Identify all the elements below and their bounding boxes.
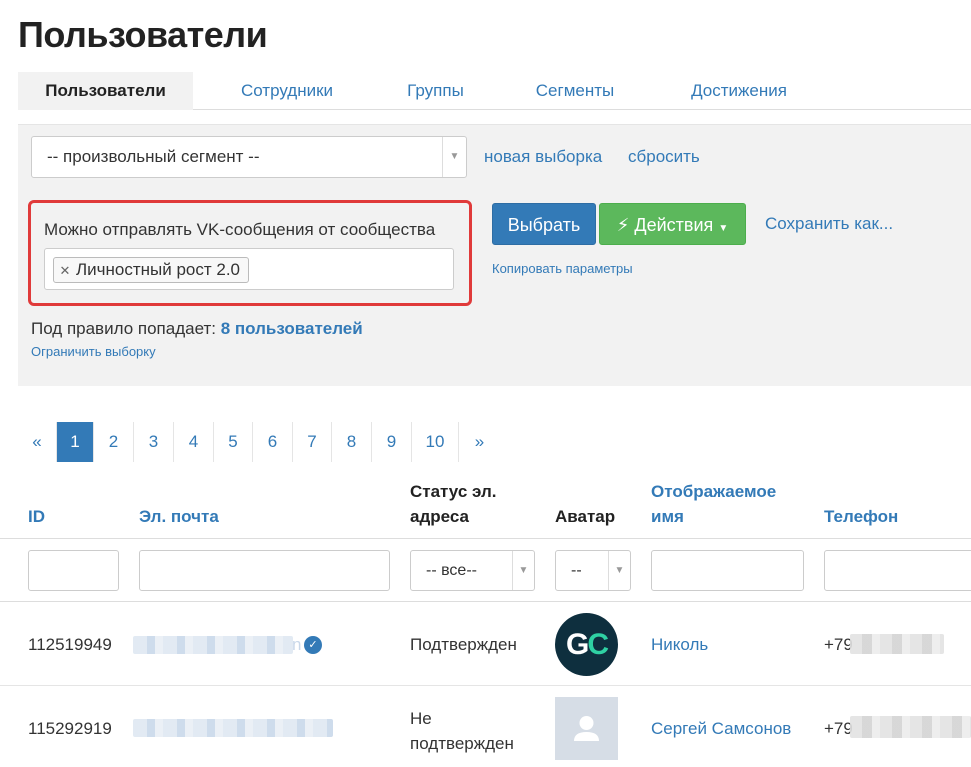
blurred-email (133, 636, 293, 654)
segment-select-value: -- произвольный сегмент -- (47, 147, 260, 166)
actions-button-label: Действия (634, 215, 714, 235)
phone-filter-input[interactable] (824, 550, 971, 591)
column-header-avatar: Аватар (555, 507, 616, 526)
column-header-display-name-line1: Отображаемое (651, 482, 777, 501)
limit-selection-link[interactable]: Ограничить выборку (31, 344, 156, 359)
email-status-line2: подтвержден (410, 734, 514, 753)
user-id: 112519949 (28, 635, 112, 654)
pagination-page[interactable]: 3 (134, 422, 174, 462)
pagination-page[interactable]: 7 (293, 422, 332, 462)
select-button[interactable]: Выбрать (492, 203, 596, 245)
page-title: Пользователи (18, 14, 268, 55)
display-name-filter-input[interactable] (651, 550, 804, 591)
blurred-phone (850, 716, 971, 738)
pagination-page[interactable]: 2 (94, 422, 134, 462)
rule-label: Можно отправлять VK-сообщения от сообщес… (44, 220, 436, 239)
avatar-filter-select[interactable]: -- ▼ (555, 550, 631, 591)
tab-users[interactable]: Пользователи (18, 72, 193, 110)
avatar-placeholder (555, 697, 618, 760)
reset-link[interactable]: сбросить (628, 147, 700, 167)
email-filter-input[interactable] (139, 550, 390, 591)
avatar-gc-logo: GC (555, 613, 618, 676)
pagination-page[interactable]: 10 (412, 422, 459, 462)
column-header-id[interactable]: ID (28, 504, 45, 529)
new-selection-link[interactable]: новая выборка (484, 147, 602, 167)
rule-tag: ✕ Личностный рост 2.0 (53, 257, 250, 283)
chevron-down-icon: ▼ (512, 551, 534, 590)
tab-groups[interactable]: Группы (388, 72, 483, 110)
column-header-phone[interactable]: Телефон (824, 504, 898, 529)
column-header-email-status: Статус эл. адреса (410, 479, 497, 529)
email-status-line1: Не (410, 709, 432, 728)
blurred-email (133, 719, 333, 737)
column-header-email-status-line1: Статус эл. (410, 482, 497, 501)
pagination-next[interactable]: » (459, 422, 500, 462)
pagination-page[interactable]: 5 (214, 422, 253, 462)
pagination: « 1 2 3 4 5 6 7 8 9 10 » (18, 422, 500, 462)
rule-tag-label: Личностный рост 2.0 (76, 260, 241, 279)
pagination-prev[interactable]: « (18, 422, 57, 462)
avatar-filter-value: -- (571, 562, 582, 579)
email-status: Подтвержден (410, 635, 517, 654)
column-header-email-status-line2: адреса (410, 507, 469, 526)
caret-down-icon: ▼ (718, 223, 729, 234)
tab-bar: Пользователи Сотрудники Группы Сегменты … (18, 72, 971, 110)
chevron-down-icon: ▼ (608, 551, 630, 590)
verified-check-icon: ✓ (304, 636, 322, 654)
rule-tag-input[interactable]: ✕ Личностный рост 2.0 (44, 248, 454, 290)
phone-prefix: +79 (824, 719, 853, 738)
pagination-page[interactable]: 9 (372, 422, 412, 462)
id-filter-input[interactable] (28, 550, 119, 591)
actions-button[interactable]: ⚡ Действия ▼ (599, 203, 746, 245)
display-name-link[interactable]: Сергей Самсонов (651, 719, 791, 739)
match-count-link[interactable]: 8 пользователей (221, 319, 363, 338)
save-as-link[interactable]: Сохранить как... (765, 214, 893, 234)
blurred-phone (850, 634, 944, 654)
pagination-page[interactable]: 8 (332, 422, 372, 462)
match-prefix: Под правило попадает: (31, 319, 216, 338)
chevron-down-icon: ▼ (442, 137, 466, 177)
tab-achievements[interactable]: Достижения (668, 72, 810, 110)
lightning-icon: ⚡ (616, 215, 630, 235)
column-header-email[interactable]: Эл. почта (139, 504, 219, 529)
user-silhouette-icon (574, 716, 599, 741)
email-status-filter-select[interactable]: -- все-- ▼ (410, 550, 535, 591)
pagination-page[interactable]: 4 (174, 422, 214, 462)
tab-segments[interactable]: Сегменты (515, 72, 635, 110)
copy-params-link[interactable]: Копировать параметры (492, 261, 633, 276)
email-status: Не подтвержден (410, 706, 514, 756)
email-visible-end: n (292, 635, 302, 654)
phone-prefix: +79 (824, 635, 853, 654)
column-header-display-name[interactable]: Отображаемое имя (651, 479, 776, 529)
display-name-link[interactable]: Николь (651, 635, 708, 655)
segment-select[interactable]: -- произвольный сегмент -- ▼ (31, 136, 467, 178)
pagination-page[interactable]: 1 (57, 422, 94, 462)
column-header-display-name-line2: имя (651, 507, 684, 526)
match-summary: Под правило попадает: 8 пользователей (31, 319, 363, 339)
user-id: 115292919 (28, 719, 112, 738)
tab-employees[interactable]: Сотрудники (213, 72, 361, 110)
pagination-page[interactable]: 6 (253, 422, 293, 462)
remove-tag-icon[interactable]: ✕ (58, 259, 72, 283)
email-status-filter-value: -- все-- (426, 562, 477, 579)
